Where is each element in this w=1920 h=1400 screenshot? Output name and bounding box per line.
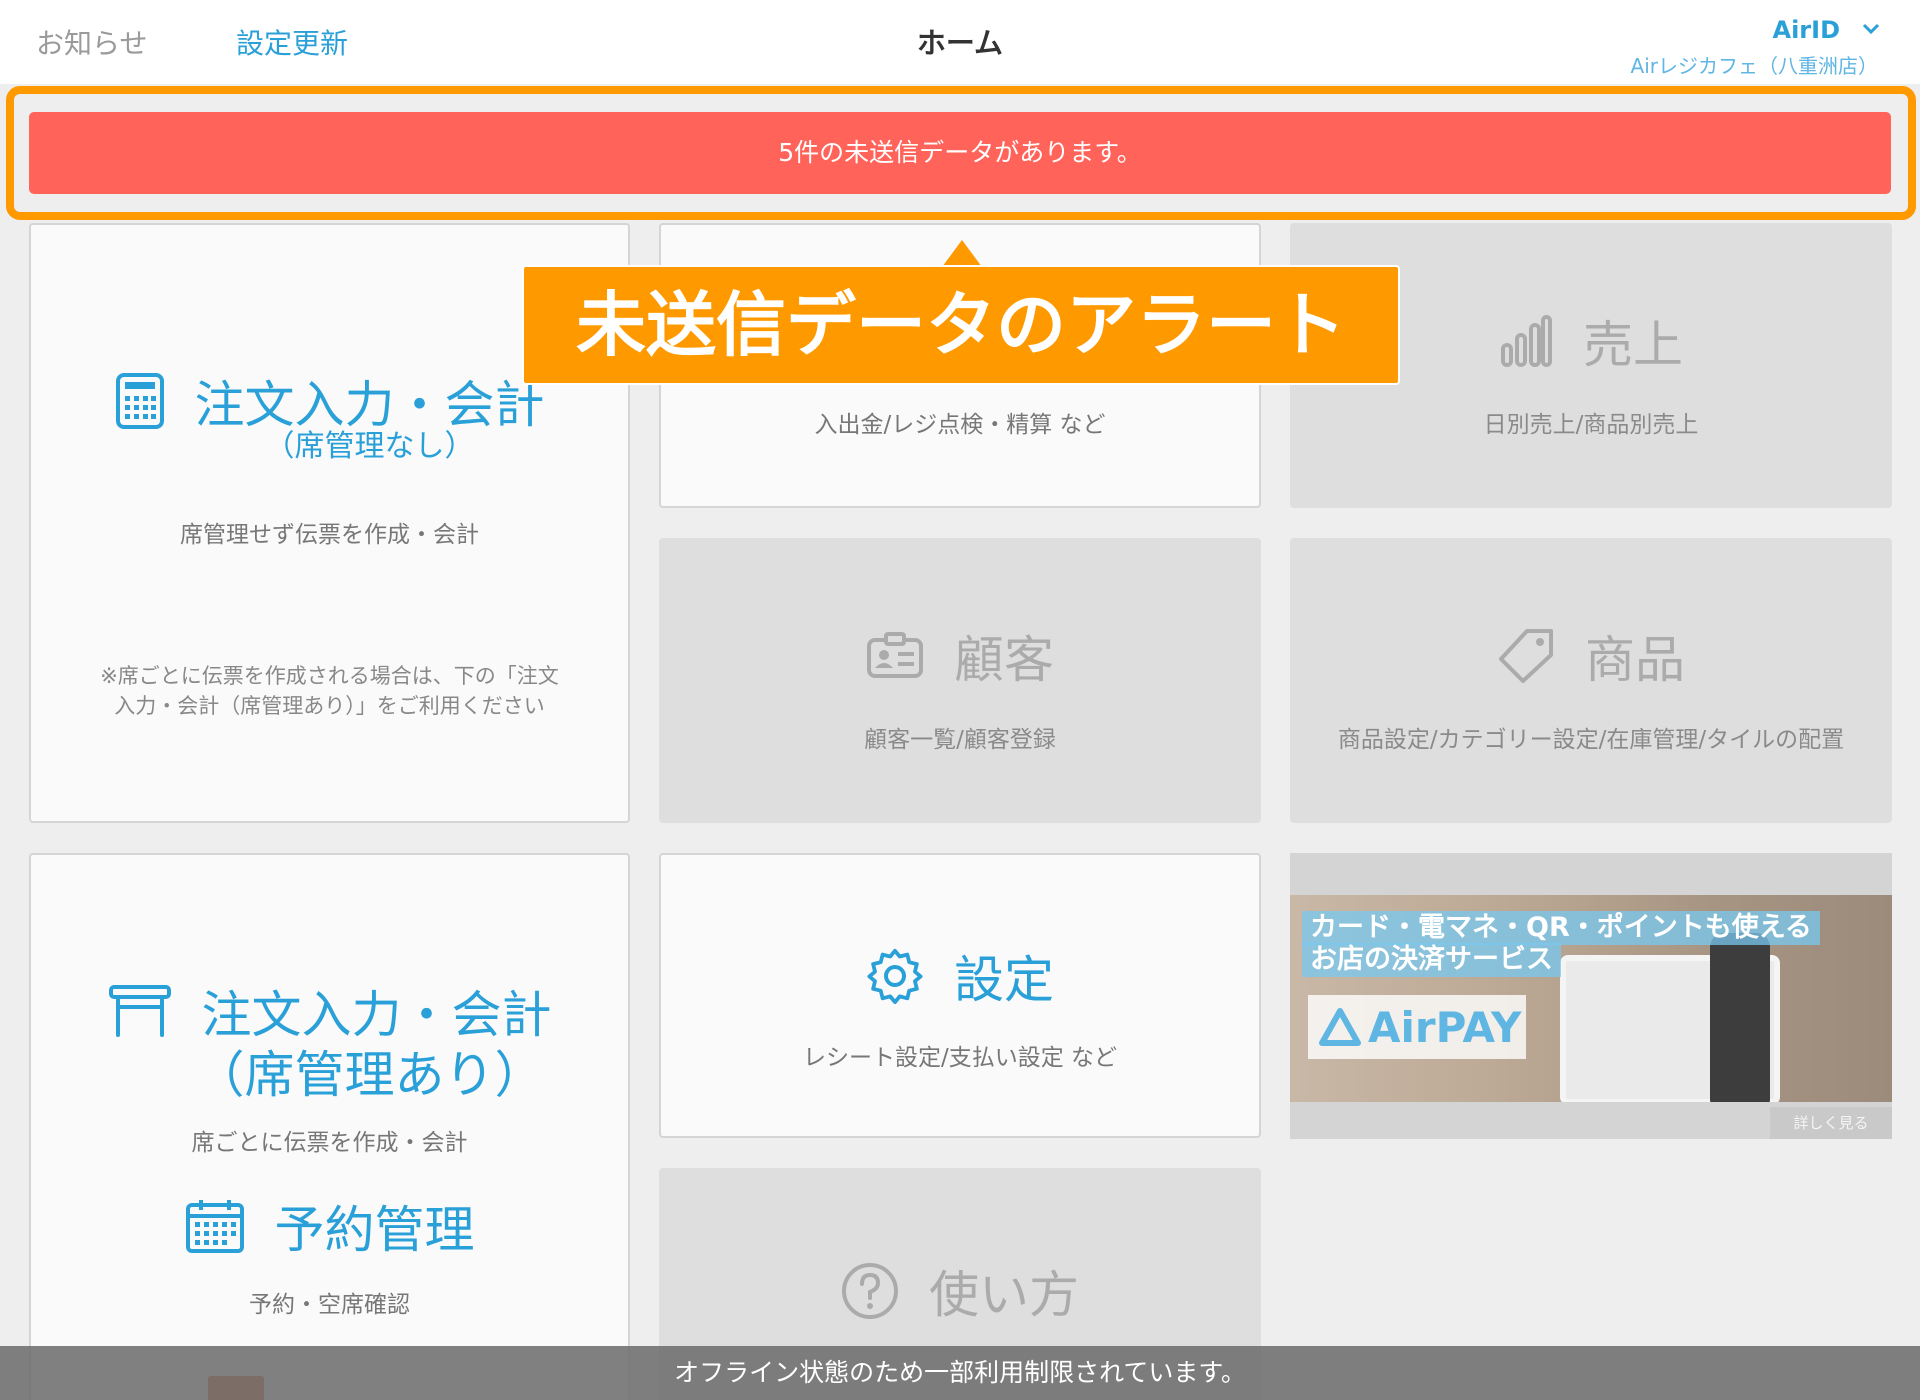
chevron-down-icon[interactable] bbox=[1860, 18, 1882, 40]
tile-description: 席ごとに伝票を作成・会計 bbox=[191, 1130, 468, 1156]
store-name: Airレジカフェ（八重洲店） bbox=[1630, 54, 1878, 78]
customer-tile[interactable]: 顧客 顧客一覧/顧客登録 bbox=[659, 538, 1261, 823]
offline-notice: オフライン状態のため一部利用制限されています。 bbox=[0, 1346, 1920, 1400]
tile-subtitle: （席管理なし） bbox=[264, 429, 475, 464]
airpay-logo-text: AirPAY bbox=[1368, 1002, 1522, 1052]
tile-title: 売上 bbox=[1583, 316, 1683, 374]
tile-description: 商品設定/カテゴリー設定/在庫管理/タイルの配置 bbox=[1337, 727, 1845, 753]
airpay-banner-image: カード・電マネ・QR・ポイントも使える お店の決済サービス AirPAY bbox=[1290, 895, 1892, 1102]
tile-title: 設定 bbox=[954, 951, 1054, 1009]
tile-title: 顧客 bbox=[954, 631, 1054, 689]
account-name[interactable]: AirID bbox=[1773, 16, 1841, 44]
gear-icon bbox=[867, 948, 923, 1005]
annotation-callout: 未送信データのアラート bbox=[522, 265, 1400, 385]
callout-arrow bbox=[942, 240, 982, 267]
tile-subtitle: （席管理あり） bbox=[194, 1046, 545, 1104]
tile-description: 席管理せず伝票を作成・会計 bbox=[180, 522, 479, 548]
tag-icon bbox=[1499, 629, 1553, 683]
product-tile[interactable]: 商品 商品設定/カテゴリー設定/在庫管理/タイルの配置 bbox=[1290, 538, 1892, 823]
tile-note-line1: ※席ごとに伝票を作成される場合は、下の「注文 bbox=[100, 664, 559, 688]
tile-description: レシート設定/支払い設定 など bbox=[802, 1045, 1118, 1071]
top-bar: お知らせ 設定更新 ホーム AirID Airレジカフェ（八重洲店） bbox=[0, 0, 1920, 84]
airpay-banner[interactable]: カード・電マネ・QR・ポイントも使える お店の決済サービス AirPAY 詳しく… bbox=[1290, 853, 1892, 1139]
tile-description: 日別売上/商品別売上 bbox=[1483, 412, 1699, 438]
banner-headline-line2: お店の決済サービス bbox=[1302, 943, 1561, 977]
help-icon bbox=[842, 1263, 898, 1319]
table-icon bbox=[108, 985, 171, 1037]
calendar-icon bbox=[185, 1200, 244, 1253]
tile-title: 商品 bbox=[1585, 631, 1685, 689]
tile-description: 顧客一覧/顧客登録 bbox=[864, 727, 1056, 753]
unsent-data-alert[interactable]: 5件の未送信データがあります。 bbox=[29, 112, 1891, 194]
banner-headline-line1: カード・電マネ・QR・ポイントも使える bbox=[1302, 911, 1820, 945]
tile-note-line2: 入力・会計（席管理あり）」をご利用ください bbox=[114, 694, 545, 718]
bar-chart-icon bbox=[1501, 315, 1552, 367]
airpay-logo-icon bbox=[1319, 1008, 1361, 1046]
card-reader-image bbox=[1710, 933, 1770, 1102]
reservation-description: 予約・空席確認 bbox=[249, 1292, 410, 1318]
tile-title: 使い方 bbox=[929, 1266, 1079, 1324]
order-seat-tile[interactable]: 注文入力・会計 （席管理あり） 席ごとに伝票を作成・会計 予約管理 予約・空席確… bbox=[29, 853, 630, 1400]
airpay-logo: AirPAY bbox=[1308, 995, 1526, 1059]
see-more-button[interactable]: 詳しく見る bbox=[1770, 1107, 1892, 1139]
settings-tile[interactable]: 設定 レシート設定/支払い設定 など bbox=[659, 853, 1261, 1138]
reservation-title: 予約管理 bbox=[274, 1201, 475, 1259]
tile-description: 入出金/レジ点検・精算 など bbox=[814, 412, 1106, 438]
contact-card-icon bbox=[867, 632, 923, 678]
